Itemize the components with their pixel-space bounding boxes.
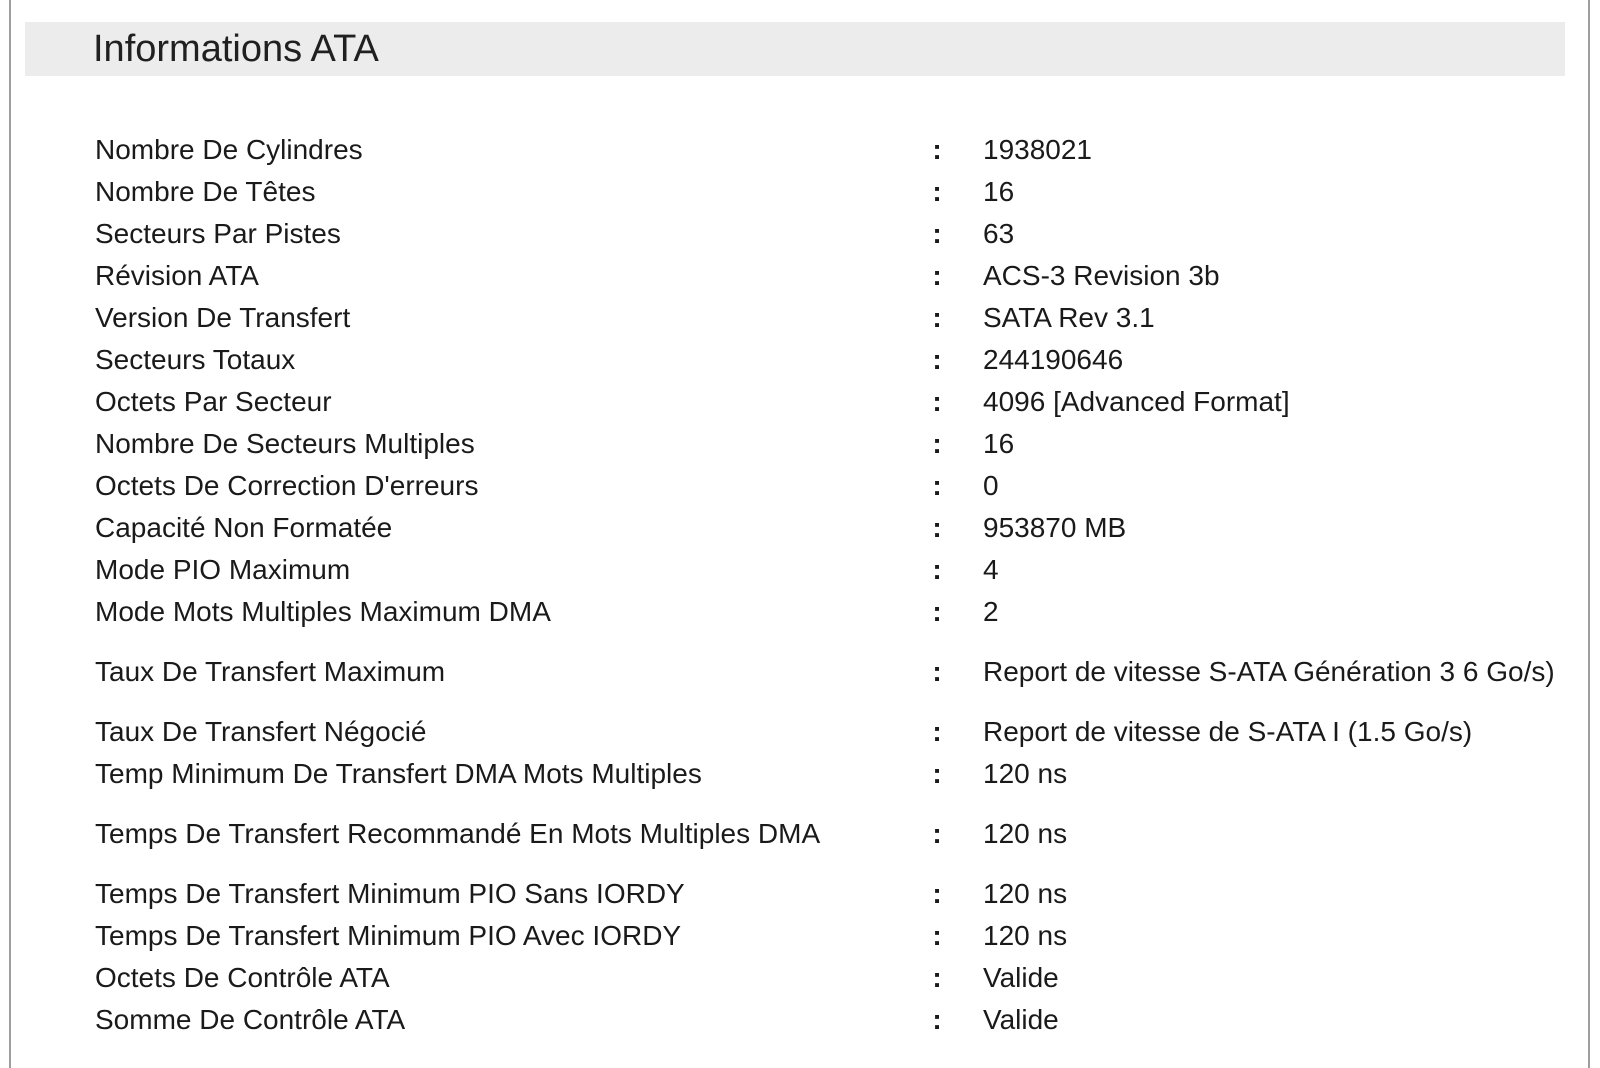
- row-separator: :: [932, 553, 942, 585]
- row-label: Nombre De Secteurs Multiples: [95, 427, 475, 459]
- row-label: Octets Par Secteur: [95, 385, 332, 417]
- row-separator: :: [932, 301, 942, 333]
- row-value: 120 ns: [983, 817, 1068, 849]
- row-value: 16: [983, 175, 1015, 207]
- row-value: 63: [983, 217, 1015, 249]
- row-label: Temp Minimum De Transfert DMA Mots Multi…: [95, 757, 702, 789]
- row-label: Mode PIO Maximum: [95, 553, 351, 585]
- row-value: 244190646: [983, 343, 1124, 375]
- row-value: 2: [983, 595, 999, 627]
- row-label: Octets De Correction D'erreurs: [95, 469, 479, 501]
- row-label: Somme De Contrôle ATA: [95, 1003, 406, 1035]
- info-row-ata-control-bytes: Octets De Contrôle ATA : Valide: [95, 956, 1555, 998]
- row-separator: :: [932, 259, 942, 291]
- info-row-ata-revision: Révision ATA : ACS-3 Revision 3b: [95, 254, 1555, 296]
- section-header: Informations ATA: [25, 22, 1565, 76]
- info-row-cylinders: Nombre De Cylindres : 1938021: [95, 128, 1555, 170]
- info-row-min-mwdma-time: Temp Minimum De Transfert DMA Mots Multi…: [95, 752, 1555, 794]
- info-row-unformatted-capacity: Capacité Non Formatée : 953870 MB: [95, 506, 1555, 548]
- row-separator: :: [932, 757, 942, 789]
- row-label: Taux De Transfert Négocié: [95, 715, 427, 747]
- row-label: Nombre De Cylindres: [95, 133, 363, 165]
- row-label: Octets De Contrôle ATA: [95, 961, 390, 993]
- info-row-max-mwdma-mode: Mode Mots Multiples Maximum DMA : 2: [95, 590, 1555, 632]
- row-value: Valide: [983, 961, 1059, 993]
- row-separator: :: [932, 715, 942, 747]
- row-label: Secteurs Par Pistes: [95, 217, 341, 249]
- row-value: 120 ns: [983, 757, 1068, 789]
- ata-info-panel: Informations ATA Nombre De Cylindres : 1…: [9, 0, 1590, 1068]
- info-row-transfer-version: Version De Transfert : SATA Rev 3.1: [95, 296, 1555, 338]
- row-separator: :: [932, 511, 942, 543]
- row-label: Version De Transfert: [95, 301, 351, 333]
- row-label: Capacité Non Formatée: [95, 511, 393, 543]
- info-row-ecc-bytes: Octets De Correction D'erreurs : 0: [95, 464, 1555, 506]
- info-row-heads: Nombre De Têtes : 16: [95, 170, 1555, 212]
- info-row-sectors-per-track: Secteurs Par Pistes : 63: [95, 212, 1555, 254]
- info-row-bytes-per-sector: Octets Par Secteur : 4096 [Advanced Form…: [95, 380, 1555, 422]
- row-separator: :: [932, 655, 942, 687]
- row-label: Nombre De Têtes: [95, 175, 316, 207]
- row-separator: :: [932, 217, 942, 249]
- row-value: ACS-3 Revision 3b: [983, 259, 1220, 291]
- row-separator: :: [932, 817, 942, 849]
- row-label: Taux De Transfert Maximum: [95, 655, 446, 687]
- row-separator: :: [932, 595, 942, 627]
- row-separator: :: [932, 133, 942, 165]
- row-label: Secteurs Totaux: [95, 343, 296, 375]
- info-row-total-sectors: Secteurs Totaux : 244190646: [95, 338, 1555, 380]
- row-value: 953870 MB: [983, 511, 1127, 543]
- row-value: 16: [983, 427, 1015, 459]
- row-value: Report de vitesse S-ATA Génération 3 6 G…: [983, 655, 1555, 687]
- info-row-min-pio-no-iordy: Temps De Transfert Minimum PIO Sans IORD…: [95, 872, 1555, 914]
- row-separator: :: [932, 469, 942, 501]
- info-row-min-pio-iordy: Temps De Transfert Minimum PIO Avec IORD…: [95, 914, 1555, 956]
- info-row-multiple-sectors: Nombre De Secteurs Multiples : 16: [95, 422, 1555, 464]
- info-row-max-transfer-rate: Taux De Transfert Maximum : Report de vi…: [95, 632, 1555, 710]
- row-label: Temps De Transfert Minimum PIO Avec IORD…: [95, 919, 682, 951]
- row-separator: :: [932, 343, 942, 375]
- row-separator: :: [932, 427, 942, 459]
- row-label: Temps De Transfert Minimum PIO Sans IORD…: [95, 877, 685, 909]
- row-value: 0: [983, 469, 999, 501]
- row-separator: :: [932, 919, 942, 951]
- row-value: SATA Rev 3.1: [983, 301, 1155, 333]
- info-row-ata-checksum: Somme De Contrôle ATA : Valide: [95, 998, 1555, 1040]
- ata-info-table: Nombre De Cylindres : 1938021 Nombre De …: [95, 128, 1555, 1040]
- row-separator: :: [932, 385, 942, 417]
- info-row-negotiated-transfer-rate: Taux De Transfert Négocié : Report de vi…: [95, 710, 1555, 752]
- info-row-recommended-mwdma-time: Temps De Transfert Recommandé En Mots Mu…: [95, 794, 1555, 872]
- row-separator: :: [932, 1003, 942, 1035]
- section-title: Informations ATA: [93, 28, 379, 70]
- row-value: 120 ns: [983, 919, 1068, 951]
- row-value: Report de vitesse de S-ATA I (1.5 Go/s): [983, 715, 1473, 747]
- row-label: Temps De Transfert Recommandé En Mots Mu…: [95, 817, 821, 849]
- row-value: 4: [983, 553, 999, 585]
- row-label: Révision ATA: [95, 259, 259, 291]
- row-separator: :: [932, 961, 942, 993]
- row-value: 120 ns: [983, 877, 1068, 909]
- row-separator: :: [932, 175, 942, 207]
- row-value: 4096 [Advanced Format]: [983, 385, 1290, 417]
- row-separator: :: [932, 877, 942, 909]
- info-row-max-pio-mode: Mode PIO Maximum : 4: [95, 548, 1555, 590]
- row-label: Mode Mots Multiples Maximum DMA: [95, 595, 551, 627]
- row-value: Valide: [983, 1003, 1059, 1035]
- row-value: 1938021: [983, 133, 1093, 165]
